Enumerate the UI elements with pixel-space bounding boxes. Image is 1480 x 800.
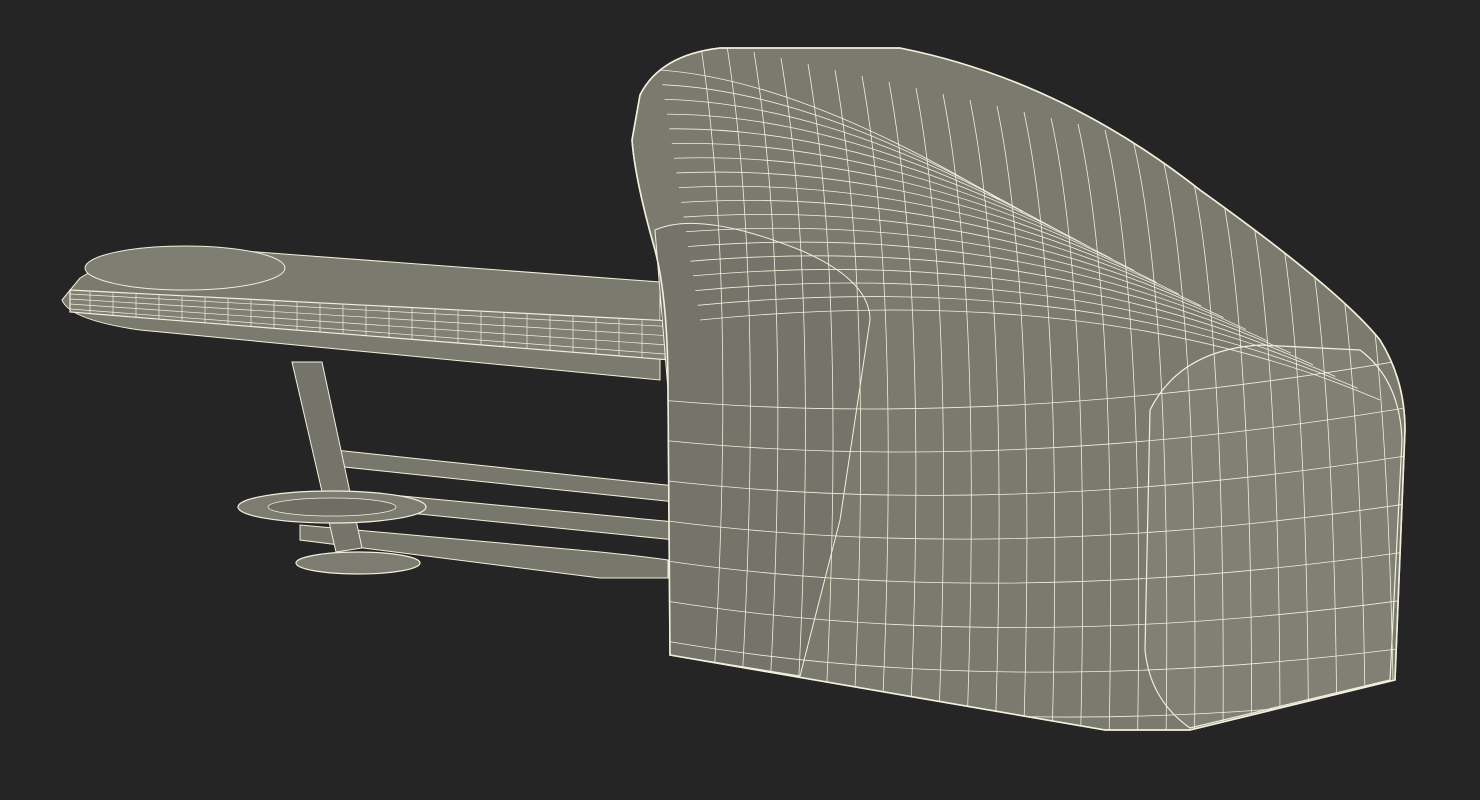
base-foot [295, 551, 421, 575]
scanner-hood-group [631, 47, 1406, 731]
render-viewport [0, 0, 1480, 800]
hood-rear-end [1144, 344, 1403, 729]
tray-head-dome [84, 245, 286, 291]
wireframe-render [61, 47, 1406, 731]
base-ring-inner [267, 497, 397, 517]
